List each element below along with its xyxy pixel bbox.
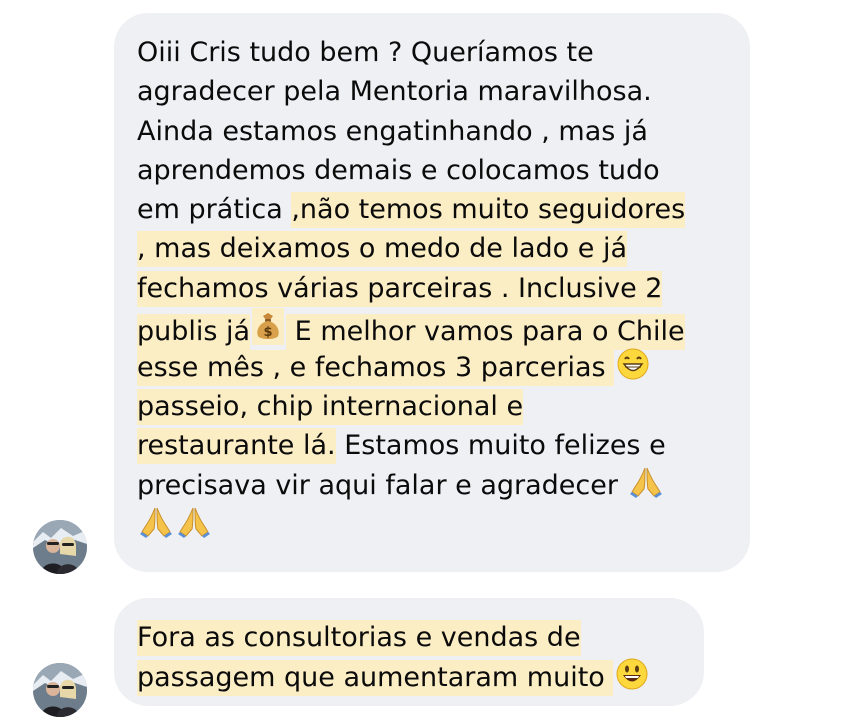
message-line: publis já $ E melhor vamos para o Chile bbox=[137, 308, 750, 351]
message-line: em prática ,não temos muito seguidores bbox=[137, 190, 750, 229]
avatar[interactable] bbox=[33, 663, 87, 717]
message-line: Fora as consultorias e vendas de bbox=[137, 618, 704, 657]
praying-hands-icon bbox=[139, 505, 173, 539]
message-text-segment: Estamos muito felizes e bbox=[335, 429, 666, 461]
highlighted-text: passeio, chip internacional e bbox=[137, 388, 524, 425]
smiley-icon bbox=[615, 657, 649, 691]
message-line: precisava vir aqui falar e agradecer bbox=[137, 465, 750, 504]
highlighted-text: publis já bbox=[137, 314, 251, 351]
money-bag-icon: $ bbox=[252, 308, 285, 346]
message-bubble[interactable]: Fora as consultorias e vendas de passagem… bbox=[114, 598, 704, 706]
message-line: passeio, chip internacional e bbox=[137, 387, 750, 426]
highlighted-text: ,não temos muito seguidores bbox=[291, 192, 686, 229]
highlighted-text: passagem que aumentaram muito bbox=[137, 660, 614, 697]
message-line: agradecer pela Mentoria maravilhosa. bbox=[137, 72, 750, 111]
message-line: fechamos várias parceiras . Inclusive 2 bbox=[137, 269, 750, 308]
message-text: Oiii Cris tudo bem ? Queríamos te agradec… bbox=[137, 33, 750, 544]
message-bubble[interactable]: Oiii Cris tudo bem ? Queríamos te agradec… bbox=[114, 13, 750, 572]
highlighted-text: E melhor vamos para o Chile bbox=[286, 314, 685, 351]
highlighted-text: fechamos várias parceiras . Inclusive 2 bbox=[137, 270, 663, 307]
message-line: Ainda estamos engatinhando , mas já bbox=[137, 112, 750, 151]
highlighted-text: restaurante lá. bbox=[137, 427, 336, 464]
highlighted-text: Fora as consultorias e vendas de bbox=[137, 620, 581, 656]
message-text: Fora as consultorias e vendas de passagem… bbox=[137, 618, 704, 697]
message-line bbox=[137, 505, 750, 544]
avatar[interactable] bbox=[33, 520, 87, 574]
highlighted-text: esse mês , e fechamos 3 parcerias bbox=[137, 350, 615, 387]
message-line: aprendemos demais e colocamos tudo bbox=[137, 151, 750, 190]
svg-text:$: $ bbox=[264, 325, 273, 340]
message-text-segment: aprendemos demais e colocamos tudo bbox=[137, 154, 660, 186]
message-line: , mas deixamos o medo de lado e já bbox=[137, 229, 750, 268]
praying-hands-icon bbox=[177, 505, 211, 539]
praying-hands-icon bbox=[629, 465, 663, 499]
message-text-segment: Ainda estamos engatinhando , mas já bbox=[137, 115, 648, 147]
message-text-segment: Oiii Cris tudo bem ? Queríamos te bbox=[137, 37, 594, 68]
chat-thread: Oiii Cris tudo bem ? Queríamos te agradec… bbox=[0, 0, 860, 725]
message-line: Oiii Cris tudo bem ? Queríamos te bbox=[137, 33, 750, 72]
grinning-icon bbox=[616, 347, 650, 381]
message-line: esse mês , e fechamos 3 parcerias bbox=[137, 347, 750, 387]
message-text-segment: agradecer pela Mentoria maravilhosa. bbox=[137, 76, 652, 108]
message-text-segment: em prática bbox=[137, 194, 292, 226]
message-line: passagem que aumentaram muito bbox=[137, 657, 704, 697]
highlighted-text: , mas deixamos o medo de lado e já bbox=[137, 231, 628, 268]
message-text-segment: precisava vir aqui falar e agradecer bbox=[137, 470, 627, 502]
message-line: restaurante lá. Estamos muito felizes e bbox=[137, 426, 750, 465]
